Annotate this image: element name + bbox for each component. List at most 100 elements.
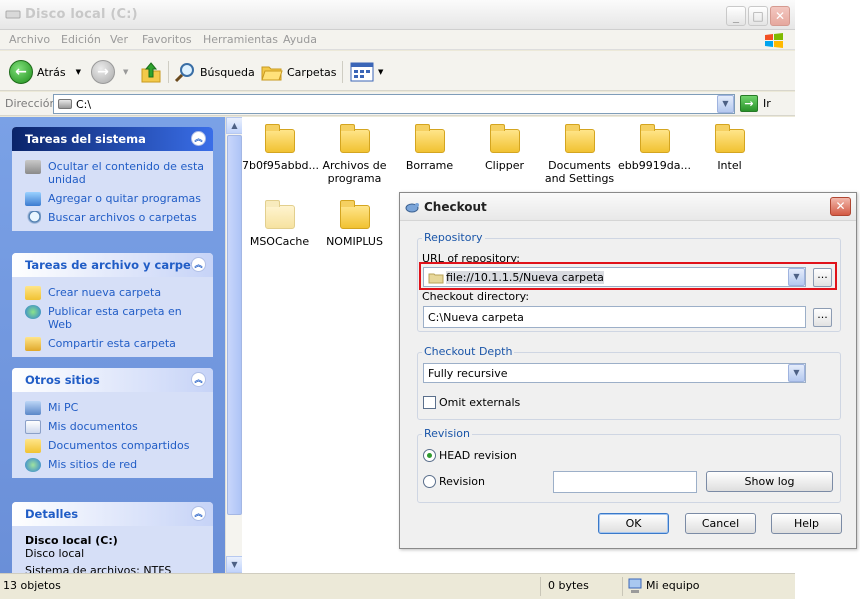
minimize-button[interactable]: _: [726, 6, 746, 26]
folders-button[interactable]: Carpetas: [261, 60, 336, 84]
head-revision-label[interactable]: HEAD revision: [439, 449, 517, 462]
scroll-down-icon[interactable]: ▼: [226, 556, 243, 573]
chevron-down-icon[interactable]: ▼: [378, 68, 383, 76]
place-shared-documents[interactable]: Documentos compartidos: [12, 436, 213, 455]
system-tasks-header[interactable]: Tareas del sistema ︽: [12, 127, 213, 151]
folder-item[interactable]: Archivos de programa: [317, 123, 392, 185]
folder-item[interactable]: Borrame: [392, 123, 467, 172]
task-publish-web[interactable]: Publicar esta carpeta en Web: [12, 302, 213, 334]
share-folder-icon: [25, 337, 41, 351]
folder-icon: [639, 124, 670, 153]
other-places-header[interactable]: Otros sitios ︽: [12, 368, 213, 392]
back-button[interactable]: ← Atrás ▼: [9, 60, 81, 84]
computer-icon: [25, 401, 41, 415]
revision-input[interactable]: [553, 471, 697, 493]
address-input[interactable]: C:\ ▼: [53, 94, 735, 114]
collapse-icon[interactable]: ︽: [191, 372, 206, 387]
shared-folder-icon: [25, 439, 41, 453]
search-icon: [25, 211, 41, 225]
revision-label[interactable]: Revision: [439, 475, 485, 488]
programs-icon: [25, 192, 41, 206]
menu-favoritos[interactable]: Favoritos: [142, 33, 192, 46]
browse-directory-button[interactable]: ...: [813, 308, 832, 327]
details-header[interactable]: Detalles ︽: [12, 502, 213, 526]
checkout-depth-group: Checkout Depth Fully recursive ▼ Omit ex…: [417, 345, 841, 420]
dialog-close-button[interactable]: ✕: [830, 197, 851, 216]
task-search-files[interactable]: Buscar archivos o carpetas: [12, 208, 213, 227]
place-network[interactable]: Mis sitios de red: [12, 455, 213, 474]
back-arrow-icon: ←: [9, 60, 33, 84]
place-my-pc[interactable]: Mi PC: [12, 398, 213, 417]
depth-dropdown-button[interactable]: ▼: [788, 364, 805, 382]
menu-ayuda[interactable]: Ayuda: [283, 33, 317, 46]
collapse-icon[interactable]: ︽: [191, 506, 206, 521]
views-icon: [350, 62, 374, 82]
show-log-button[interactable]: Show log: [706, 471, 833, 492]
menu-edicion[interactable]: Edición: [61, 33, 101, 46]
explorer-titlebar[interactable]: Disco local (C:) _ □ ✕: [0, 0, 795, 30]
go-button[interactable]: Ir: [763, 97, 771, 110]
ok-button[interactable]: OK: [598, 513, 669, 534]
forward-arrow-icon: →: [91, 60, 115, 84]
folder-icon: [339, 124, 370, 153]
menu-ver[interactable]: Ver: [110, 33, 128, 46]
folder-item[interactable]: Clipper: [467, 123, 542, 172]
address-dropdown-button[interactable]: ▼: [717, 95, 734, 113]
search-icon: [174, 63, 194, 83]
status-size: 0 bytes: [548, 579, 589, 592]
menu-herramientas[interactable]: Herramientas: [203, 33, 278, 46]
documents-icon: [25, 420, 41, 434]
collapse-icon[interactable]: ︽: [191, 131, 206, 146]
revision-radio[interactable]: [423, 475, 436, 488]
help-button[interactable]: Help: [771, 513, 842, 534]
head-revision-radio[interactable]: [423, 449, 436, 462]
folder-item[interactable]: Documents and Settings: [542, 123, 617, 185]
cancel-button[interactable]: Cancel: [685, 513, 756, 534]
task-pane: Tareas del sistema ︽ Ocultar el contenid…: [0, 117, 225, 573]
task-new-folder[interactable]: Crear nueva carpeta: [12, 283, 213, 302]
scroll-thumb[interactable]: [227, 135, 242, 515]
task-add-remove-programs[interactable]: Agregar o quitar programas: [12, 189, 213, 208]
folder-item[interactable]: 7b0f95abbd...: [242, 123, 319, 172]
chevron-down-icon[interactable]: ▼: [76, 68, 81, 76]
toolbar: ← Atrás ▼ → ▼ Búsqueda Carpetas ▼: [0, 51, 795, 91]
place-my-documents[interactable]: Mis documentos: [12, 417, 213, 436]
folder-up-icon[interactable]: [140, 59, 162, 85]
collapse-icon[interactable]: ︽: [191, 257, 206, 272]
menu-archivo[interactable]: Archivo: [9, 33, 50, 46]
omit-externals-checkbox[interactable]: [423, 396, 436, 409]
system-tasks-panel: Tareas del sistema ︽ Ocultar el contenid…: [12, 127, 213, 231]
checkout-directory-input[interactable]: C:\Nueva carpeta: [423, 306, 806, 328]
windows-logo-icon: [765, 33, 783, 48]
file-tasks-header[interactable]: Tareas de archivo y carpeta ︽: [12, 253, 213, 277]
task-hide-drive-contents[interactable]: Ocultar el contenido de esta unidad: [12, 157, 213, 189]
views-button[interactable]: ▼: [350, 60, 383, 84]
checkout-directory-label: Checkout directory:: [422, 290, 530, 303]
task-pane-scrollbar[interactable]: ▲ ▼: [225, 117, 243, 573]
folder-icon: [339, 200, 370, 229]
close-button[interactable]: ✕: [770, 6, 790, 26]
scroll-up-icon[interactable]: ▲: [226, 117, 243, 134]
folder-item[interactable]: NOMIPLUS: [317, 199, 392, 248]
details-name: Disco local (C:): [25, 534, 118, 547]
forward-button[interactable]: → ▼: [91, 60, 128, 84]
folder-item[interactable]: ebb9919da...: [617, 123, 692, 172]
other-places-panel: Otros sitios ︽ Mi PC Mis documentos Docu…: [12, 368, 213, 478]
address-value: C:\: [76, 98, 92, 111]
dialog-titlebar[interactable]: Checkout ✕: [400, 193, 856, 221]
omit-externals-label[interactable]: Omit externals: [439, 396, 520, 409]
search-label: Búsqueda: [200, 65, 255, 79]
drive-icon: [5, 10, 21, 19]
search-button[interactable]: Búsqueda: [174, 60, 255, 84]
folder-item[interactable]: Intel: [692, 123, 767, 172]
go-arrow-icon[interactable]: →: [740, 95, 758, 112]
maximize-button[interactable]: □: [748, 6, 768, 26]
folder-item[interactable]: MSOCache: [242, 199, 317, 248]
file-tasks-panel: Tareas de archivo y carpeta ︽ Crear nuev…: [12, 253, 213, 357]
checkout-depth-select[interactable]: Fully recursive ▼: [423, 363, 806, 383]
status-location: Mi equipo: [646, 579, 700, 592]
task-share-folder[interactable]: Compartir esta carpeta: [12, 334, 213, 353]
details-panel: Detalles ︽ Disco local (C:) Disco local …: [12, 502, 213, 573]
chevron-down-icon[interactable]: ▼: [123, 68, 128, 76]
revision-group-label: Revision: [422, 427, 472, 440]
